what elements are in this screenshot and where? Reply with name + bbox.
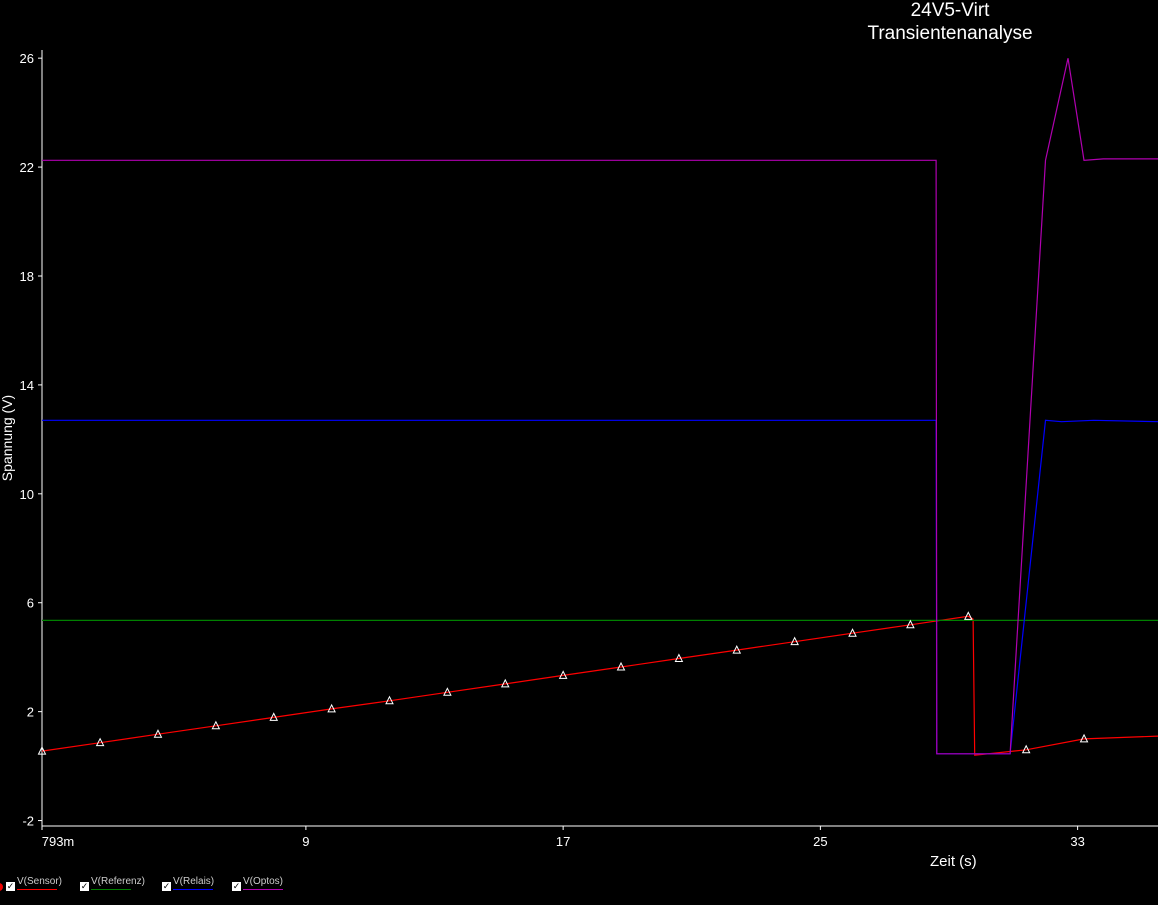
series-line-vsensor bbox=[41, 615, 1158, 756]
legend-checkbox[interactable]: ✓ bbox=[232, 882, 241, 891]
y-tick-label: 10 bbox=[20, 487, 34, 502]
chart-markers bbox=[37, 611, 1089, 755]
chart-subtitle: Transientenanalyse bbox=[867, 23, 1033, 44]
x-tick-label: 25 bbox=[813, 834, 827, 849]
legend-swatch bbox=[243, 889, 283, 890]
legend-checkbox[interactable]: ✓ bbox=[80, 882, 89, 891]
x-tick-label: 33 bbox=[1070, 834, 1084, 849]
y-tick-label: 14 bbox=[20, 378, 34, 393]
x-tick-label: 17 bbox=[556, 834, 570, 849]
y-tick-label: -2 bbox=[22, 814, 34, 829]
legend-label: V(Sensor) bbox=[17, 876, 63, 887]
series-line-voptos bbox=[42, 58, 1158, 755]
y-tick-label: 22 bbox=[20, 160, 34, 175]
series-line-vrelais bbox=[42, 419, 1158, 755]
y-axis-label: Spannung (V) bbox=[0, 394, 15, 482]
chart-series bbox=[41, 58, 1158, 756]
legend-label: V(Relais) bbox=[173, 876, 215, 887]
chart-plot: 26 22 18 14 10 6 2 -2 793m 9 17 25 33 bbox=[20, 50, 1158, 849]
y-tick-label: 26 bbox=[20, 51, 34, 66]
legend-label: V(Optos) bbox=[243, 876, 284, 887]
legend-swatch bbox=[17, 889, 57, 890]
legend: ✓ V(Sensor) ✓ V(Referenz) ✓ V(Relais) ✓ V(Optos… bbox=[0, 875, 400, 895]
x-tick-label: 793m bbox=[42, 834, 75, 849]
legend-swatch bbox=[173, 889, 213, 890]
legend-swatch bbox=[91, 889, 131, 890]
legend-checkbox[interactable]: ✓ bbox=[162, 882, 171, 891]
y-tick-label: 18 bbox=[20, 269, 34, 284]
legend-checkbox[interactable]: ✓ bbox=[6, 882, 15, 891]
chart-title: 24V5-Virt bbox=[910, 0, 990, 21]
legend-label: V(Referenz) bbox=[91, 876, 145, 887]
x-tick-label: 9 bbox=[302, 834, 309, 849]
y-tick-label: 6 bbox=[27, 596, 34, 611]
y-tick-label: 2 bbox=[27, 705, 34, 720]
x-axis-label: Zeit (s) bbox=[930, 853, 977, 870]
